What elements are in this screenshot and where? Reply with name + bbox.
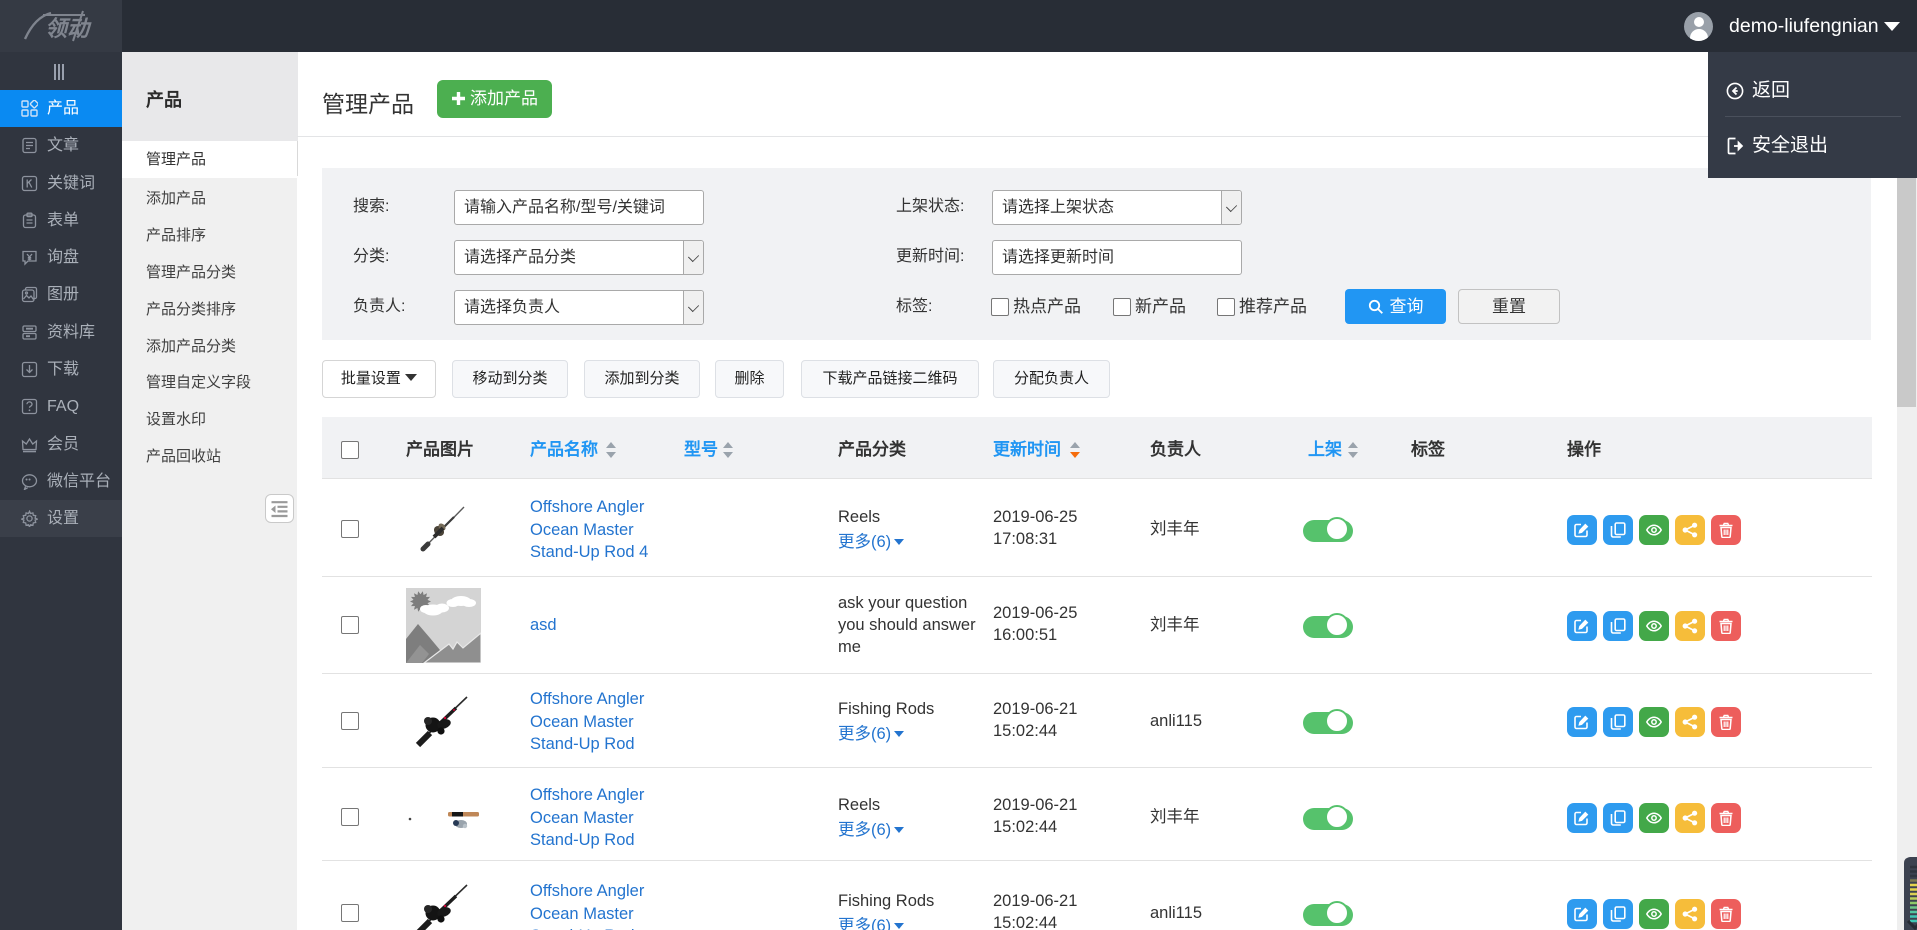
- svg-text:领动: 领动: [45, 16, 92, 41]
